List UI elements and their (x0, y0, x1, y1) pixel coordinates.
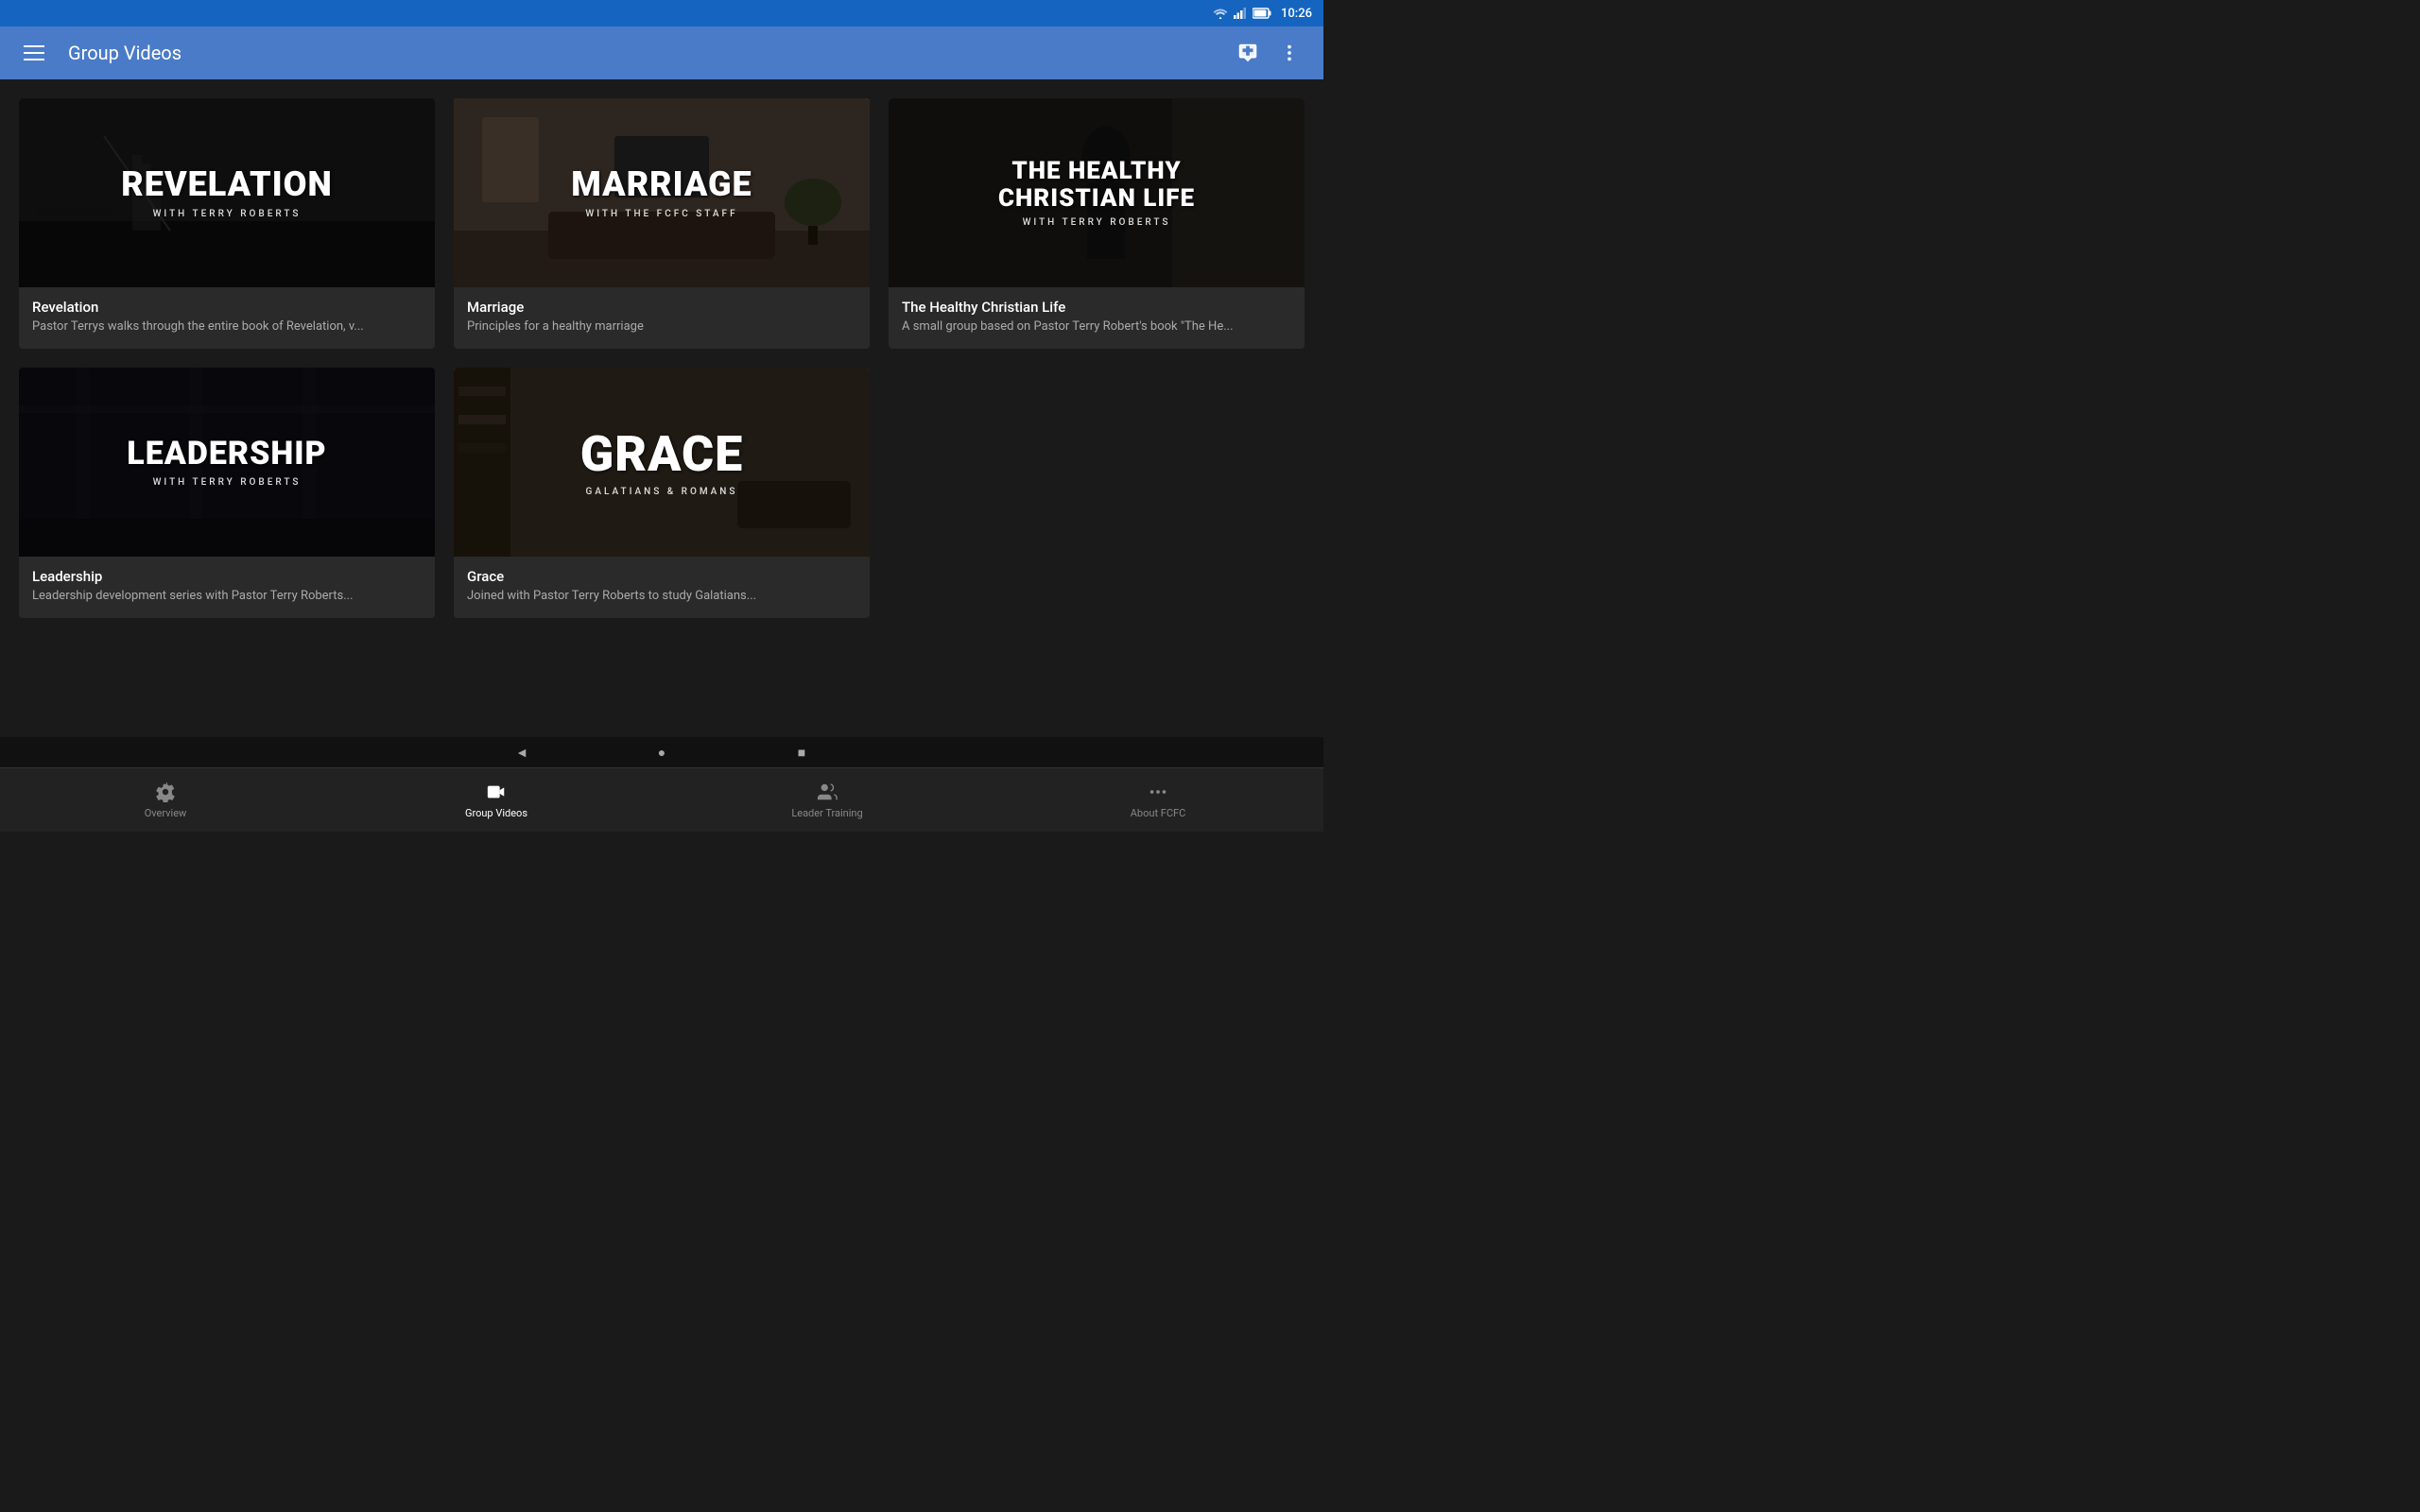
app-bar-actions (1229, 34, 1308, 72)
leadership-thumb-subtitle: WITH TERRY ROBERTS (153, 477, 302, 488)
marriage-desc: Principles for a healthy marriage (467, 319, 856, 334)
chat-button[interactable] (1229, 34, 1267, 72)
battery-icon (1253, 8, 1271, 19)
signal-icon (1234, 8, 1247, 19)
video-thumbnail-grace: GRACE GALATIANS & ROMANS (454, 368, 870, 557)
video-thumbnail-leadership: LEADERSHIP WITH TERRY ROBERTS (19, 368, 435, 557)
app-bar: Group Videos (0, 26, 1323, 79)
grace-desc: Joined with Pastor Terry Roberts to stud… (467, 589, 856, 603)
grace-name: Grace (467, 568, 856, 585)
grace-thumb-title: GRACE (580, 427, 743, 481)
leader-training-icon (816, 781, 838, 803)
revelation-name: Revelation (32, 299, 422, 316)
healthy-thumb-subtitle: WITH TERRY ROBERTS (1023, 217, 1171, 228)
video-thumbnail-marriage: MARRIAGE WITH THE FCFC STAFF (454, 98, 870, 287)
marriage-overlay: MARRIAGE WITH THE FCFC STAFF (454, 98, 870, 287)
content-area: REVELATION WITH TERRY ROBERTS Revelation… (0, 79, 1323, 737)
about-icon (1147, 781, 1169, 803)
healthy-overlay: THE HEALTHY CHRISTIAN LIFE WITH TERRY RO… (889, 98, 1305, 287)
grace-overlay: GRACE GALATIANS & ROMANS (454, 368, 870, 557)
nav-about[interactable]: About FCFC (993, 773, 1323, 827)
healthy-info: The Healthy Christian Life A small group… (889, 287, 1305, 349)
recent-button[interactable]: ■ (788, 739, 815, 765)
healthy-desc: A small group based on Pastor Terry Robe… (902, 319, 1291, 334)
video-grid: REVELATION WITH TERRY ROBERTS Revelation… (19, 98, 1305, 637)
video-thumbnail-revelation: REVELATION WITH TERRY ROBERTS (19, 98, 435, 287)
leadership-overlay: LEADERSHIP WITH TERRY ROBERTS (19, 368, 435, 557)
app-title: Group Videos (68, 42, 1229, 64)
system-nav: ◄ ● ■ (0, 737, 1323, 767)
video-card-revelation[interactable]: REVELATION WITH TERRY ROBERTS Revelation… (19, 98, 435, 349)
healthy-name: The Healthy Christian Life (902, 299, 1291, 316)
status-bar: 10:26 (0, 0, 1323, 26)
nav-group-videos[interactable]: Group Videos (331, 773, 662, 827)
wifi-icon (1213, 8, 1228, 19)
revelation-desc: Pastor Terrys walks through the entire b… (32, 319, 422, 334)
chat-icon (1237, 43, 1258, 63)
group-videos-label: Group Videos (465, 807, 527, 819)
marriage-name: Marriage (467, 299, 856, 316)
leadership-name: Leadership (32, 568, 422, 585)
menu-button[interactable] (15, 34, 53, 72)
nav-overview[interactable]: Overview (0, 773, 331, 827)
revelation-overlay: REVELATION WITH TERRY ROBERTS (19, 98, 435, 287)
video-card-healthy[interactable]: THE HEALTHY CHRISTIAN LIFE WITH TERRY RO… (889, 98, 1305, 349)
more-button[interactable] (1270, 34, 1308, 72)
video-card-leadership[interactable]: LEADERSHIP WITH TERRY ROBERTS Leadership… (19, 368, 435, 618)
status-icons: 10:26 (1213, 7, 1312, 21)
marriage-thumb-subtitle: WITH THE FCFC STAFF (585, 209, 737, 219)
revelation-info: Revelation Pastor Terrys walks through t… (19, 287, 435, 349)
revelation-thumb-title: REVELATION (121, 166, 333, 204)
leadership-thumb-title: LEADERSHIP (127, 437, 326, 472)
time: 10:26 (1281, 7, 1312, 21)
leadership-desc: Leadership development series with Pasto… (32, 589, 422, 603)
leader-training-label: Leader Training (791, 807, 862, 819)
back-button[interactable]: ◄ (509, 739, 535, 765)
nav-leader-training[interactable]: Leader Training (662, 773, 993, 827)
more-dots-icon (1279, 43, 1300, 63)
bottom-nav: Overview Group Videos Leader Training (0, 767, 1323, 832)
overview-label: Overview (145, 807, 187, 819)
about-label: About FCFC (1131, 807, 1186, 819)
users-icon (817, 782, 838, 802)
video-card-grace[interactable]: GRACE GALATIANS & ROMANS Grace Joined wi… (454, 368, 870, 618)
leadership-info: Leadership Leadership development series… (19, 557, 435, 618)
marriage-info: Marriage Principles for a healthy marria… (454, 287, 870, 349)
grace-info: Grace Joined with Pastor Terry Roberts t… (454, 557, 870, 618)
revelation-thumb-subtitle: WITH TERRY ROBERTS (153, 209, 302, 219)
home-button[interactable]: ● (648, 739, 675, 765)
video-icon (486, 782, 507, 802)
healthy-thumb-title: THE HEALTHY CHRISTIAN LIFE (998, 158, 1195, 212)
marriage-thumb-title: MARRIAGE (571, 166, 752, 204)
overview-icon (154, 781, 177, 803)
about-dots-icon (1148, 782, 1168, 802)
video-thumbnail-healthy: THE HEALTHY CHRISTIAN LIFE WITH TERRY RO… (889, 98, 1305, 287)
grace-thumb-subtitle: GALATIANS & ROMANS (586, 487, 738, 497)
grid-icon (155, 782, 176, 802)
video-card-marriage[interactable]: MARRIAGE WITH THE FCFC STAFF Marriage Pr… (454, 98, 870, 349)
group-videos-icon (485, 781, 508, 803)
